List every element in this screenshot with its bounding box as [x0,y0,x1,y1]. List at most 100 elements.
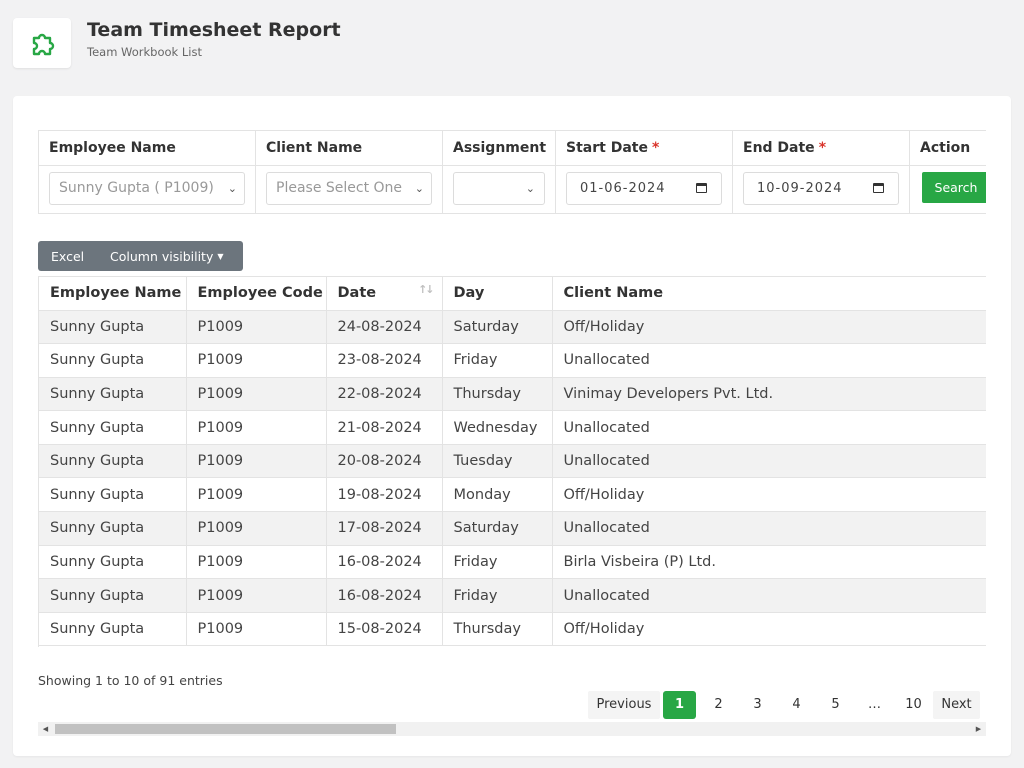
table-row: Sunny Gupta P1009 20-08-2024 Tuesday Unalloc… [39,444,986,479]
table-row: Sunny Gupta P1009 19-08-2024 Monday Off/Holi… [39,477,986,513]
cell-employee-code: P1009 [186,511,327,546]
cell-date: 21-08-2024 [326,410,443,445]
employee-select[interactable]: Sunny Gupta ( P1009) ⌄ [49,172,245,205]
assignment-select[interactable]: ⌄ [453,172,545,205]
cell-client-name: Unallocated [552,444,986,479]
cell-day: Friday [442,343,553,378]
start-date-input[interactable]: 01-06-2024 [566,172,722,205]
cell-employee-name: Sunny Gupta [39,612,187,647]
scroll-left-icon[interactable]: ◀ [38,722,53,736]
cell-day: Wednesday [442,410,553,445]
client-select-placeholder: Please Select One [276,180,403,196]
cell-employee-name: Sunny Gupta [39,310,187,345]
cell-client-name: Vinimay Developers Pvt. Ltd. [552,377,986,412]
end-date-value: 10-09-2024 [757,181,843,196]
cell-day: Tuesday [442,444,553,479]
filter-client-column: Client Name Please Select One ⌄ [256,131,443,213]
cell-employee-name: Sunny Gupta [39,578,187,613]
pagination: Previous 1 2 3 4 5 … 10 Next [588,691,980,719]
table-row: Sunny Gupta P1009 23-08-2024 Friday Unalloca… [39,343,986,378]
export-button-group: Excel Column visibility ▼ [38,241,243,271]
cell-date: 16-08-2024 [326,578,443,613]
horizontal-scrollbar[interactable]: ◀ ▶ [38,722,986,736]
page-button[interactable]: 5 [816,691,855,719]
table-row: Sunny Gupta P1009 22-08-2024 Thursday Vinima… [39,377,986,412]
filter-start-date-column: Start Date * 01-06-2024 [556,131,733,213]
required-marker: * [651,140,660,156]
filter-header-start-date: Start Date * [566,140,659,156]
page-title: Team Timesheet Report [87,19,341,41]
report-card: Employee Name Sunny Gupta ( P1009) ⌄ Cli… [13,96,1011,756]
scrollbar-thumb[interactable] [55,724,396,734]
calendar-icon[interactable] [696,183,707,193]
page-button[interactable]: 10 [894,691,933,719]
end-date-input[interactable]: 10-09-2024 [743,172,899,205]
filter-header-end-date: End Date * [743,140,826,156]
cell-employee-name: Sunny Gupta [39,444,187,479]
cell-client-name: Unallocated [552,343,986,378]
column-header-day[interactable]: Day [442,277,553,311]
column-header-client-name[interactable]: Client Name [552,277,986,311]
logo [13,18,71,68]
next-page-button[interactable]: Next [933,691,980,719]
cell-employee-code: P1009 [186,343,327,378]
scroll-right-icon[interactable]: ▶ [971,722,986,736]
page-button-active[interactable]: 1 [663,691,696,719]
cell-employee-code: P1009 [186,444,327,479]
cell-employee-code: P1009 [186,310,327,345]
column-header-employee-code[interactable]: Employee Code [186,277,327,311]
cell-date: 20-08-2024 [326,444,443,479]
client-select[interactable]: Please Select One ⌄ [266,172,432,205]
page-button[interactable]: 2 [699,691,738,719]
table-row: Sunny Gupta P1009 24-08-2024 Saturday Off/Ho… [39,310,986,345]
cell-date: 24-08-2024 [326,310,443,345]
table-info: Showing 1 to 10 of 91 entries [38,673,223,688]
calendar-icon[interactable] [873,183,884,193]
filter-action-column: Action Search [910,131,986,213]
excel-button[interactable]: Excel [38,249,110,264]
cell-employee-code: P1009 [186,410,327,445]
column-header-employee-name[interactable]: Employee Name [39,277,187,311]
page-button[interactable]: 4 [777,691,816,719]
cell-client-name: Unallocated [552,578,986,613]
cell-day: Thursday [442,377,553,412]
cell-client-name: Off/Holiday [552,310,986,345]
cell-day: Thursday [442,612,553,647]
table-body: Sunny Gupta P1009 24-08-2024 Saturday Off/Ho… [39,310,986,647]
cell-employee-code: P1009 [186,377,327,412]
table-row: Sunny Gupta P1009 17-08-2024 Saturday Unallo… [39,511,986,546]
required-marker: * [818,140,827,156]
cell-day: Monday [442,477,553,513]
page-numbers: 1 2 3 4 5 … 10 [660,691,933,719]
filter-header-client: Client Name [266,140,363,156]
filter-assignment-column: Assignment ⌄ [443,131,556,213]
cell-date: 16-08-2024 [326,545,443,580]
table-row: Sunny Gupta P1009 16-08-2024 Friday Unalloca… [39,578,986,613]
timesheet-table: Employee Name Employee Code Date ↑↓ Day C… [38,276,986,647]
filter-table: Employee Name Sunny Gupta ( P1009) ⌄ Cli… [38,130,986,214]
caret-down-icon: ▼ [217,251,224,261]
search-button[interactable]: Search [922,172,986,203]
puzzle-icon [32,33,55,56]
column-visibility-label: Column visibility [110,248,214,264]
filter-header-action: Action [920,140,971,156]
cell-employee-code: P1009 [186,612,327,647]
column-header-date[interactable]: Date ↑↓ [326,277,443,311]
chevron-down-icon: ⌄ [227,182,237,195]
column-visibility-button[interactable]: Column visibility ▼ [110,249,224,264]
cell-date: 23-08-2024 [326,343,443,378]
cell-date: 22-08-2024 [326,377,443,412]
chevron-down-icon: ⌄ [414,182,424,195]
cell-employee-name: Sunny Gupta [39,545,187,580]
page-ellipsis: … [868,697,881,712]
cell-client-name: Unallocated [552,511,986,546]
cell-client-name: Unallocated [552,410,986,445]
cell-day: Friday [442,578,553,613]
filter-header-employee: Employee Name [49,140,176,156]
cell-employee-code: P1009 [186,578,327,613]
start-date-value: 01-06-2024 [580,181,666,196]
previous-page-button[interactable]: Previous [588,691,660,719]
page-header: Team Timesheet Report Team Workbook List [13,18,613,68]
page-button[interactable]: 3 [738,691,777,719]
start-date-label: Start Date [566,140,648,156]
